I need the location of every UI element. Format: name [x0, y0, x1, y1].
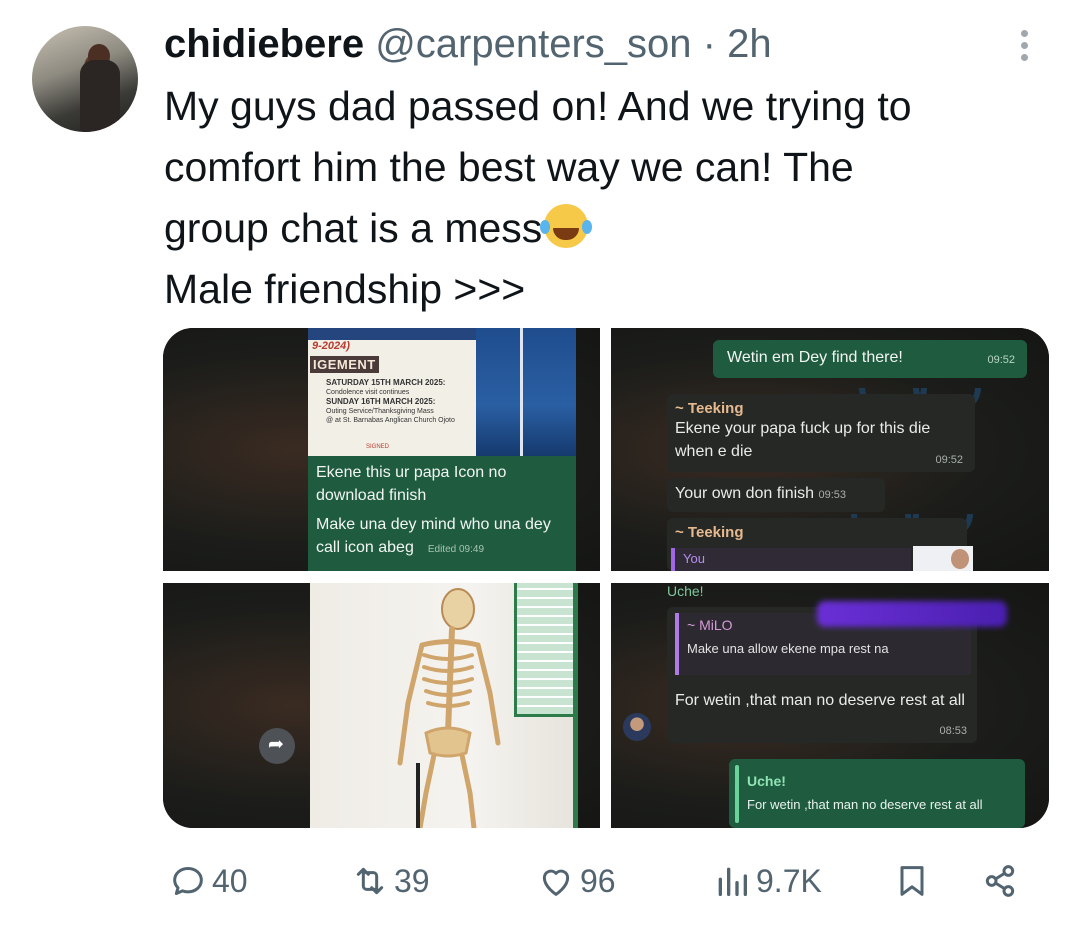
tweet-header: chidiebere @carpenters_son · 2h — [164, 20, 772, 68]
repost-button[interactable]: 39 — [350, 861, 430, 901]
repost-count: 39 — [394, 862, 430, 899]
avatar-figure — [80, 60, 120, 132]
share-icon — [985, 865, 1015, 897]
separator-dot: · — [702, 22, 716, 66]
chat-bubble-outgoing: Ekene this ur papa Icon no download fini… — [308, 456, 576, 571]
chat-bubble-outgoing: Wetin em Dey find there! 09:52 — [713, 340, 1027, 378]
laughing-crying-emoji-icon — [540, 204, 589, 248]
poster-schedule: SATURDAY 15TH MARCH 2025: Condolence vis… — [326, 378, 455, 424]
views-button[interactable]: 9.7K — [712, 861, 822, 901]
chat-bubble-incoming: Your own don finish 09:53 — [667, 478, 885, 512]
reply-icon — [173, 867, 203, 895]
poster-heading: IGEMENT — [310, 356, 379, 373]
view-count: 9.7K — [756, 862, 822, 899]
skeleton-photo — [310, 583, 578, 828]
media-image-3[interactable] — [163, 583, 600, 828]
skeleton-figure — [397, 588, 501, 828]
views-icon — [718, 867, 747, 896]
tweet-line-3: group chat is a mess — [164, 198, 1044, 259]
poster-years: 9-2024) — [312, 340, 350, 352]
heart-icon — [542, 869, 570, 896]
reply-button[interactable]: 40 — [168, 861, 248, 901]
tweet-line-1: My guys dad passed on! And we trying to — [164, 83, 912, 129]
author-avatar[interactable] — [32, 26, 138, 132]
tweet-actions: 40 39 96 9.7K — [0, 855, 1080, 907]
chat-bubble-outgoing: Uche! For wetin ,that man no deserve res… — [729, 759, 1025, 828]
tweet-line-4: Male friendship >>> — [164, 266, 526, 312]
contact-avatar — [623, 713, 651, 741]
more-options-icon[interactable] — [1018, 30, 1030, 66]
chat-sender-name: Uche! — [667, 583, 704, 599]
bookmark-button[interactable] — [892, 861, 936, 901]
author-handle[interactable]: @carpenters_son — [375, 22, 691, 66]
media-image-1[interactable]: 9-2024) IGEMENT SATURDAY 15TH MARCH 2025… — [163, 328, 600, 571]
media-image-2[interactable]: Wetin em Dey find there! 09:52 ~ Teeking… — [611, 328, 1049, 571]
media-image-4[interactable]: Uche! ~ MiLO Make una allow ekene mpa re… — [611, 583, 1049, 828]
quoted-image-thumbnail — [913, 546, 973, 571]
share-button[interactable] — [980, 861, 1024, 901]
author-name[interactable]: chidiebere — [164, 22, 364, 66]
chat-bubble-incoming: ~ MiLO Make una allow ekene mpa rest na … — [667, 607, 977, 743]
like-count: 96 — [580, 862, 616, 899]
reply-count: 40 — [212, 862, 248, 899]
tweet-text: My guys dad passed on! And we trying to … — [164, 76, 1044, 320]
chat-message-2: Make una dey mind who una dey call icon … — [316, 516, 551, 556]
poster-signed: SIGNED — [366, 444, 390, 450]
tweet-line-2: comfort him the best way we can! The — [164, 144, 854, 190]
forward-icon[interactable] — [259, 728, 295, 764]
repost-icon — [356, 867, 384, 895]
obituary-poster: 9-2024) IGEMENT SATURDAY 15TH MARCH 2025… — [308, 328, 576, 456]
redaction-scribble — [817, 601, 1007, 627]
chat-message: Ekene this ur papa Icon no download fini… — [316, 464, 507, 504]
bookmark-icon — [900, 866, 924, 896]
like-button[interactable]: 96 — [536, 861, 616, 901]
tweet-time[interactable]: 2h — [727, 22, 772, 66]
poster-photo — [476, 328, 576, 456]
media-grid: 9-2024) IGEMENT SATURDAY 15TH MARCH 2025… — [163, 328, 1049, 828]
chat-bubble-incoming: ~ Teeking Ekene your papa fuck up for th… — [667, 394, 975, 472]
